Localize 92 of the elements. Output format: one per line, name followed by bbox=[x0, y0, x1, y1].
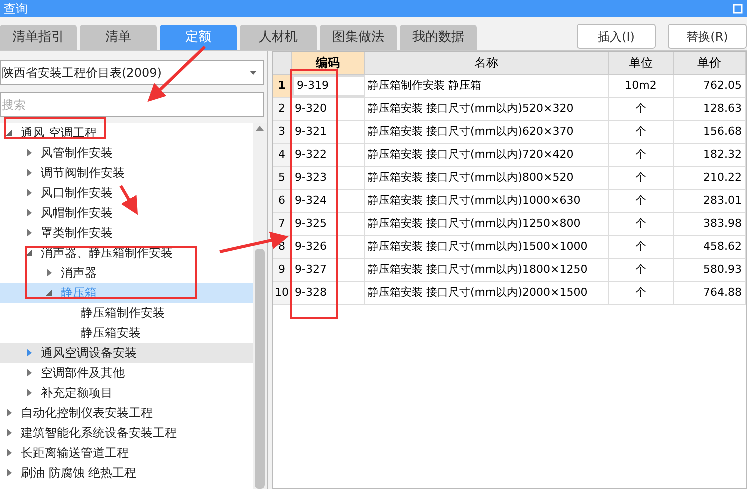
expand-triangle-icon[interactable] bbox=[5, 409, 13, 417]
table-cell: 静压箱安装 接口尺寸(mm以内)520×320 bbox=[365, 98, 609, 120]
scroll-up-icon[interactable] bbox=[256, 126, 264, 131]
table-cell: 128.63 bbox=[674, 98, 746, 120]
tree-item[interactable]: 静压箱安装 bbox=[0, 323, 253, 343]
table-cell: 个 bbox=[609, 259, 674, 281]
table-cell: 10m2 bbox=[609, 75, 674, 97]
table-cell: 9-324 bbox=[292, 190, 365, 212]
tree-item[interactable]: 自动化控制仪表安装工程 bbox=[0, 403, 253, 423]
tree-item[interactable]: 罩类制作安装 bbox=[0, 223, 253, 243]
expand-triangle-icon[interactable] bbox=[25, 189, 33, 197]
table-cell: 764.88 bbox=[674, 282, 746, 304]
table-cell: 9-327 bbox=[292, 259, 365, 281]
table-cell: 9-323 bbox=[292, 167, 365, 189]
table-cell: 静压箱制作安装 静压箱 bbox=[365, 75, 609, 97]
table-cell: 9-328 bbox=[292, 282, 365, 304]
table-cell: 9-319 bbox=[292, 75, 365, 97]
expand-triangle-icon[interactable] bbox=[5, 469, 13, 477]
tree-item[interactable]: 静压箱制作安装 bbox=[0, 303, 253, 323]
column-header[interactable]: 编码 bbox=[292, 52, 365, 74]
tree-item[interactable]: 风管制作安装 bbox=[0, 143, 253, 163]
column-header[interactable]: 单位 bbox=[609, 52, 674, 74]
expand-triangle-icon[interactable] bbox=[25, 149, 33, 157]
table-cell: 9-326 bbox=[292, 236, 365, 258]
expand-triangle-icon[interactable] bbox=[25, 209, 33, 217]
table-cell: 9-321 bbox=[292, 121, 365, 143]
tree-item[interactable]: 空调部件及其他 bbox=[0, 363, 253, 383]
table-cell: 9-322 bbox=[292, 144, 365, 166]
expand-triangle-icon[interactable] bbox=[45, 269, 53, 277]
tree-item[interactable]: 风帽制作安装 bbox=[0, 203, 253, 223]
expand-triangle-icon[interactable] bbox=[25, 369, 33, 377]
tree-item[interactable]: 风口制作安装 bbox=[0, 183, 253, 203]
table-cell: 静压箱安装 接口尺寸(mm以内)620×370 bbox=[365, 121, 609, 143]
table-cell: 283.01 bbox=[674, 190, 746, 212]
tab[interactable]: 清单 bbox=[80, 25, 157, 50]
column-header[interactable]: 单价 bbox=[674, 52, 746, 74]
table-cell: 580.93 bbox=[674, 259, 746, 281]
dropdown-caret-icon[interactable] bbox=[250, 70, 257, 74]
expand-triangle-icon[interactable] bbox=[25, 349, 33, 357]
table-cell: 静压箱安装 接口尺寸(mm以内)1250×800 bbox=[365, 213, 609, 235]
tree-item[interactable]: 建筑智能化系统设备安装工程 bbox=[0, 423, 253, 443]
table-cell: 156.68 bbox=[674, 121, 746, 143]
table-cell: 383.98 bbox=[674, 213, 746, 235]
table-cell: 个 bbox=[609, 190, 674, 212]
tree-item[interactable]: 补充定额项目 bbox=[0, 383, 253, 403]
collapse-triangle-icon[interactable] bbox=[5, 129, 13, 137]
collapse-triangle-icon[interactable] bbox=[45, 289, 53, 297]
search-field[interactable]: 搜索 bbox=[0, 92, 264, 117]
annotation-arrow bbox=[120, 185, 138, 216]
table-cell: 762.05 bbox=[674, 75, 746, 97]
table-cell: 个 bbox=[609, 167, 674, 189]
library-dropdown[interactable]: 陕西省安装工程价目表(2009) bbox=[0, 60, 264, 85]
scroll-thumb[interactable] bbox=[255, 249, 265, 489]
collapse-triangle-icon[interactable] bbox=[25, 249, 33, 257]
tree-item[interactable]: 刷油 防腐蚀 绝热工程 bbox=[0, 463, 253, 483]
expand-triangle-icon[interactable] bbox=[5, 429, 13, 437]
table-cell: 9-325 bbox=[292, 213, 365, 235]
table-cell: 210.22 bbox=[674, 167, 746, 189]
annotation-arrow bbox=[220, 232, 289, 254]
table-cell: 个 bbox=[609, 144, 674, 166]
expand-triangle-icon[interactable] bbox=[25, 389, 33, 397]
scrollbar[interactable] bbox=[253, 123, 267, 489]
table-cell: 个 bbox=[609, 282, 674, 304]
maximize-icon[interactable] bbox=[733, 4, 743, 14]
table-cell: 静压箱安装 接口尺寸(mm以内)1500×1000 bbox=[365, 236, 609, 258]
table-cell: 静压箱安装 接口尺寸(mm以内)1000×630 bbox=[365, 190, 609, 212]
tree-item[interactable]: 调节阀制作安装 bbox=[0, 163, 253, 183]
toolbar-button[interactable]: 插入(I) bbox=[577, 24, 656, 49]
expand-triangle-icon[interactable] bbox=[25, 169, 33, 177]
table-cell: 静压箱安装 接口尺寸(mm以内)1800×1250 bbox=[365, 259, 609, 281]
tree-item[interactable]: 长距离输送管道工程 bbox=[0, 443, 253, 463]
tab[interactable]: 图集做法 bbox=[320, 25, 397, 50]
table-cell: 静压箱安装 接口尺寸(mm以内)2000×1500 bbox=[365, 282, 609, 304]
table-cell: 个 bbox=[609, 236, 674, 258]
tab[interactable]: 人材机 bbox=[240, 25, 317, 50]
table-cell: 182.32 bbox=[674, 144, 746, 166]
tree-item[interactable]: 通风空调设备安装 bbox=[0, 343, 253, 363]
toolbar-button[interactable]: 替换(R) bbox=[668, 24, 747, 49]
tree-item[interactable]: 消声器 bbox=[0, 263, 253, 283]
expand-triangle-icon[interactable] bbox=[25, 229, 33, 237]
expand-triangle-icon[interactable] bbox=[5, 449, 13, 457]
table-cell: 个 bbox=[609, 121, 674, 143]
table-cell: 个 bbox=[609, 213, 674, 235]
table-cell: 静压箱安装 接口尺寸(mm以内)800×520 bbox=[365, 167, 609, 189]
table-cell: 个 bbox=[609, 98, 674, 120]
window-title: 查询 bbox=[4, 2, 28, 14]
tab[interactable]: 我的数据 bbox=[400, 25, 477, 50]
tab[interactable]: 清单指引 bbox=[0, 25, 77, 50]
table-cell: 458.62 bbox=[674, 236, 746, 258]
column-header[interactable]: 名称 bbox=[365, 52, 609, 74]
table-cell: 静压箱安装 接口尺寸(mm以内)720×420 bbox=[365, 144, 609, 166]
table-cell: 9-320 bbox=[292, 98, 365, 120]
